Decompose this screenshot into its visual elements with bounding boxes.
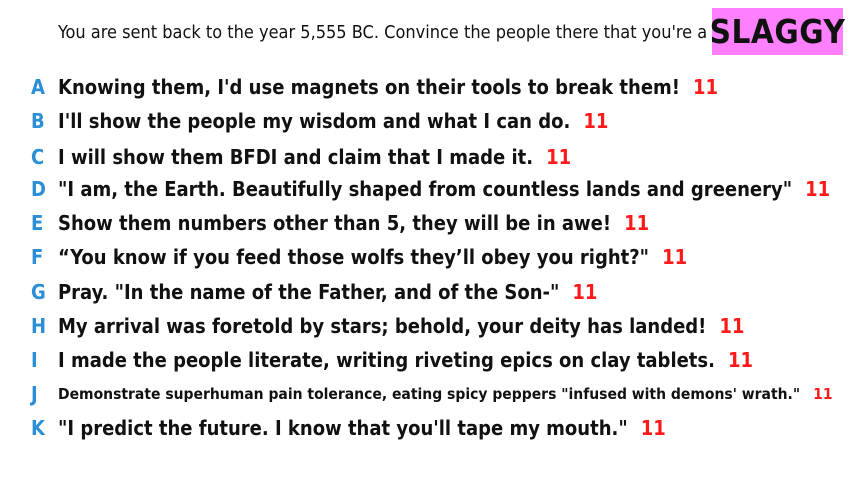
answer-score: 11: [546, 145, 572, 169]
answer-letter: E: [31, 211, 44, 235]
answer-text: I'll show the people my wisdom and what …: [58, 109, 571, 133]
answer-score: 11: [805, 177, 831, 201]
answer-score: 11: [727, 348, 754, 372]
answer-score: 11: [640, 416, 666, 440]
answer-text: "I am, the Earth. Beautifully shaped fro…: [58, 177, 793, 201]
answer-letter: I: [31, 348, 38, 372]
answer-text-group: I will show them BFDI and claim that I m…: [58, 145, 571, 169]
answer-score: 11: [719, 314, 745, 338]
answer-letter: H: [31, 314, 47, 338]
question-prompt: You are sent back to the year 5,555 BC. …: [58, 22, 748, 43]
answer-score: 11: [692, 75, 719, 99]
answer-letter: B: [31, 109, 45, 133]
answer-text-group: I made the people literate, writing rive…: [58, 348, 753, 372]
answer-text: "I predict the future. I know that you'l…: [58, 416, 628, 440]
answer-letter: A: [31, 75, 45, 99]
answer-text-group: "I am, the Earth. Beautifully shaped fro…: [58, 177, 830, 201]
answer-text-group: My arrival was foretold by stars; behold…: [58, 314, 744, 338]
answer-text: Knowing them, I'd use magnets on their t…: [58, 75, 680, 99]
answer-letter: D: [31, 177, 46, 201]
answer-text: Pray. "In the name of the Father, and of…: [58, 280, 560, 304]
answer-text-group: Pray. "In the name of the Father, and of…: [58, 280, 597, 304]
answer-text: “You know if you feed those wolfs they’l…: [58, 245, 650, 269]
answer-letter: F: [31, 245, 44, 269]
answer-text: My arrival was foretold by stars; behold…: [58, 314, 707, 338]
answer-text: I made the people literate, writing rive…: [58, 348, 715, 372]
answer-letter: J: [31, 382, 38, 406]
answer-text: I will show them BFDI and claim that I m…: [58, 145, 534, 169]
answer-score: 11: [572, 280, 598, 304]
answer-letter: G: [31, 280, 46, 304]
answer-score: 11: [813, 385, 833, 403]
answer-text-group: Show them numbers other than 5, they wil…: [58, 211, 649, 235]
answer-text-group: “You know if you feed those wolfs they’l…: [58, 245, 687, 269]
answer-score: 11: [583, 109, 609, 133]
contestant-name-label: SLAGGY: [709, 12, 846, 51]
answer-score: 11: [662, 245, 688, 269]
answer-letter: C: [31, 145, 45, 169]
contestant-name-badge: SLAGGY: [709, 8, 846, 55]
answer-text-group: I'll show the people my wisdom and what …: [58, 109, 608, 133]
answer-text-group: Knowing them, I'd use magnets on their t…: [58, 75, 718, 99]
answer-text-group: "I predict the future. I know that you'l…: [58, 416, 666, 440]
answer-text: Show them numbers other than 5, they wil…: [58, 211, 612, 235]
answer-score: 11: [624, 211, 650, 235]
answer-letter: K: [31, 416, 45, 440]
answer-text: Demonstrate superhuman pain tolerance, e…: [58, 385, 801, 403]
answer-text-group: Demonstrate superhuman pain tolerance, e…: [58, 385, 833, 403]
